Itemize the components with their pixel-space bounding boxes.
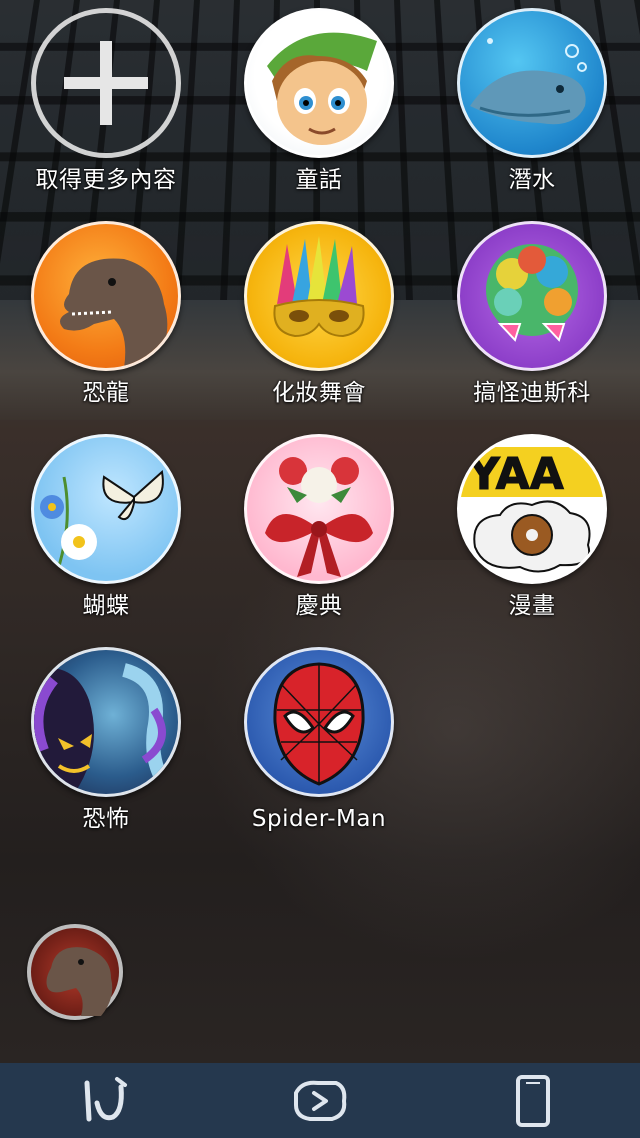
celebration-roses-icon (244, 434, 394, 584)
tile-label: Spider-Man (251, 806, 387, 832)
tile-label: 蝴蝶 (82, 593, 130, 619)
tile-diving[interactable]: 潛水 (426, 0, 638, 210)
tile-spider-man[interactable]: Spider-Man (213, 639, 425, 849)
tile-horror[interactable]: 恐怖 (0, 639, 212, 849)
horror-ghost-icon (31, 647, 181, 797)
effects-grid: 取得更多內容 童話 潛水 恐龍 化妝舞會 搞怪迪斯科 蝴蝶 慶典 YAA 漫畫 … (0, 0, 640, 1060)
dinosaur-icon (31, 221, 181, 371)
add-icon (31, 8, 181, 158)
flip-camera-icon (293, 1080, 347, 1121)
dinosaur-thumbnail-icon (46, 947, 113, 1016)
tile-celebration[interactable]: 慶典 (213, 426, 425, 636)
svg-text:YAA: YAA (467, 449, 564, 500)
spiderman-mask-icon (244, 647, 394, 797)
phone-frame-icon (516, 1074, 551, 1127)
tile-label: 潛水 (508, 167, 556, 193)
butterfly-icon (31, 434, 181, 584)
tile-get-more-content[interactable]: 取得更多內容 (0, 0, 212, 210)
masquerade-mask-icon (244, 221, 394, 371)
tile-butterfly[interactable]: 蝴蝶 (0, 426, 212, 636)
diving-fish-icon (457, 8, 607, 158)
effects-icon (84, 1076, 127, 1121)
fairy-tale-elf-icon (244, 8, 394, 158)
tile-label: 慶典 (295, 593, 343, 619)
comic-donut-icon: YAA (457, 434, 607, 584)
tile-label: 恐怖 (82, 806, 130, 832)
tile-label: 童話 (295, 167, 343, 193)
tile-label: 取得更多內容 (35, 167, 177, 193)
tile-label: 化妝舞會 (272, 380, 366, 406)
tile-masquerade[interactable]: 化妝舞會 (213, 213, 425, 423)
tile-label: 漫畫 (508, 593, 556, 619)
tile-dinosaur[interactable]: 恐龍 (0, 213, 212, 423)
bottom-toolbar (0, 1063, 640, 1138)
effects-button[interactable] (67, 1071, 147, 1131)
tile-funky-disco[interactable]: 搞怪迪斯科 (426, 213, 638, 423)
tile-label: 恐龍 (82, 380, 130, 406)
selected-effect-thumbnail[interactable] (27, 924, 123, 1020)
tile-label: 搞怪迪斯科 (473, 380, 591, 406)
phone-frame-button[interactable] (493, 1071, 573, 1131)
tile-fairy-tale[interactable]: 童話 (213, 0, 425, 210)
flip-camera-button[interactable] (280, 1071, 360, 1131)
disco-afro-icon (457, 221, 607, 371)
tile-comic[interactable]: YAA 漫畫 (426, 426, 638, 636)
